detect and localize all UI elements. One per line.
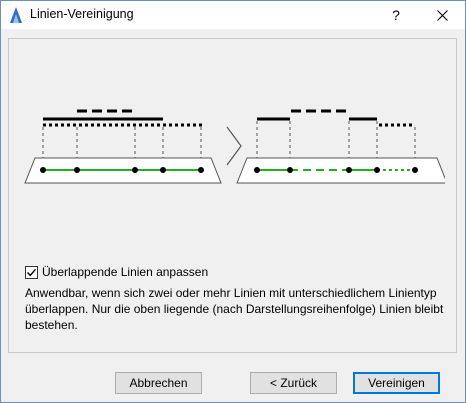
line-merge-illustration (24, 109, 445, 184)
cancel-button[interactable]: Abbrechen (115, 372, 202, 394)
title-bar[interactable]: Linien-Vereinigung ? (1, 1, 465, 29)
close-button[interactable] (419, 1, 465, 29)
close-icon (436, 9, 448, 21)
help-button[interactable]: ? (373, 1, 419, 29)
adjust-overlapping-label[interactable]: Überlappende Linien anpassen (42, 265, 208, 279)
adjust-overlapping-checkbox[interactable] (25, 265, 38, 279)
before-diagram (24, 109, 222, 184)
back-button[interactable]: < Zurück (250, 372, 337, 394)
adjust-overlapping-option[interactable]: Überlappende Linien anpassen (25, 265, 208, 279)
dialog-window: Linien-Vereinigung ? Überlappende Linien… (0, 0, 466, 403)
merge-button[interactable]: Vereinigen (353, 372, 440, 394)
window-title: Linien-Vereinigung (30, 7, 134, 21)
app-icon (10, 7, 22, 23)
checkmark-icon (27, 268, 37, 276)
arrow-right-icon (226, 126, 242, 166)
description-text: Anwendbar, wenn sich zwei oder mehr Lini… (25, 286, 444, 332)
after-diagram (236, 109, 445, 184)
